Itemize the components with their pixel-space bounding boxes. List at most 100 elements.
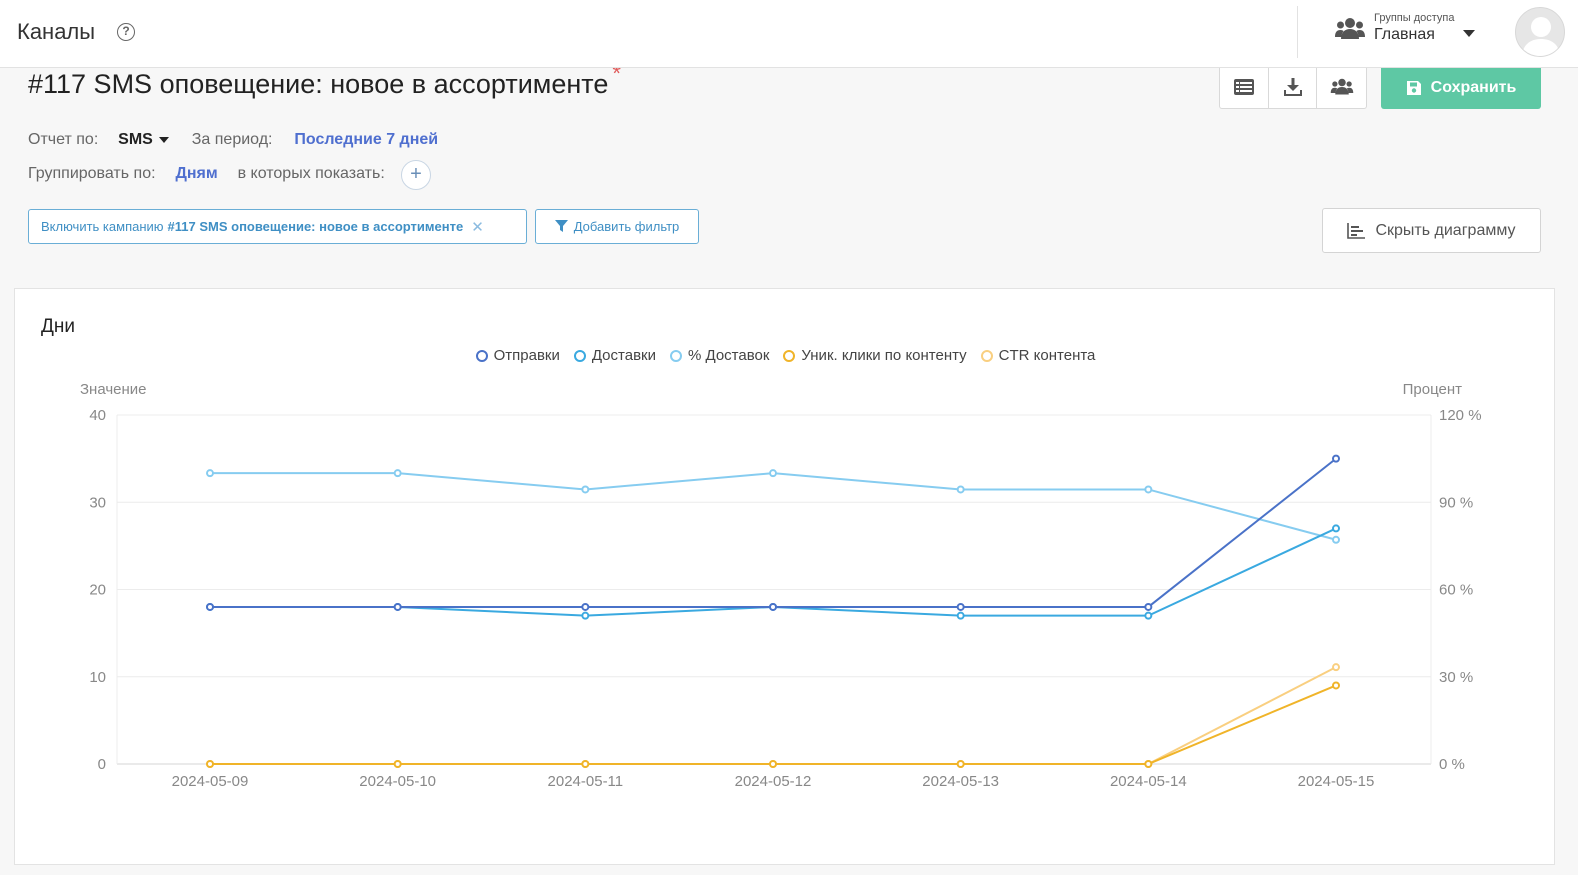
data-point xyxy=(206,469,214,478)
data-point xyxy=(581,602,590,611)
line-chart: Значение Процент 0 10 20 30 40 0 % 30 % 60 % 90 % 1… xyxy=(80,381,1482,790)
data-point xyxy=(769,469,777,478)
add-dimension-button[interactable]: + xyxy=(401,160,431,190)
divider xyxy=(1297,6,1298,58)
download-button[interactable] xyxy=(1269,66,1318,108)
series-line xyxy=(210,527,1337,617)
data-point xyxy=(206,760,214,768)
save-button[interactable]: Сохранить xyxy=(1381,66,1541,109)
chart-bars-icon xyxy=(1347,222,1366,239)
chevron-down-icon[interactable] xyxy=(1463,30,1475,37)
filter-chip-value: #117 SMS оповещение: новое в ассортимент… xyxy=(167,219,464,234)
data-point xyxy=(956,485,965,494)
data-point xyxy=(1332,524,1340,533)
data-point xyxy=(393,760,402,768)
toolbar-group xyxy=(1219,66,1367,109)
y-tick-left: 20 xyxy=(89,582,106,599)
hide-chart-button[interactable]: Скрыть диаграмму xyxy=(1322,208,1541,253)
series-4 xyxy=(206,663,1340,768)
users-group-icon xyxy=(1330,78,1353,95)
add-filter-label: Добавить фильтр xyxy=(573,219,680,234)
data-point xyxy=(1144,611,1153,620)
data-point xyxy=(1144,485,1153,494)
report-settings-row: Отчет по: SMS За период: Последние 7 дне… xyxy=(28,131,438,149)
series-line xyxy=(210,472,1337,541)
series-0 xyxy=(206,454,1340,611)
top-bar: Каналы ? Группы доступа Главная xyxy=(0,0,1578,68)
x-tick: 2024-05-09 xyxy=(172,773,249,790)
x-tick: 2024-05-11 xyxy=(548,773,624,790)
page-title: Каналы xyxy=(17,19,96,44)
group-by-select[interactable]: Дням xyxy=(175,165,217,182)
series-line xyxy=(210,684,1337,765)
filter-chip[interactable]: Включить кампанию #117 SMS оповещение: н… xyxy=(28,209,527,244)
access-group-select[interactable]: Главная xyxy=(1374,26,1435,44)
data-point xyxy=(1144,602,1153,611)
x-tick: 2024-05-10 xyxy=(359,773,436,790)
data-point xyxy=(206,602,214,611)
y-tick-right: 120 % xyxy=(1439,407,1482,424)
y-tick-left: 40 xyxy=(89,407,106,424)
access-group-label: Группы доступа xyxy=(1374,12,1455,24)
table-view-button[interactable] xyxy=(1220,66,1269,108)
x-tick: 2024-05-14 xyxy=(1110,773,1187,790)
data-point xyxy=(581,760,590,768)
period-label: За период: xyxy=(191,131,273,148)
data-point xyxy=(581,485,590,494)
data-point xyxy=(393,469,402,478)
y-tick-right: 0 % xyxy=(1439,756,1465,773)
x-tick: 2024-05-15 xyxy=(1298,773,1375,790)
y-axis-left-title: Значение xyxy=(80,381,147,398)
avatar[interactable] xyxy=(1515,7,1565,57)
data-point xyxy=(1332,681,1340,690)
hide-chart-label: Скрыть диаграмму xyxy=(1375,221,1516,239)
series-line xyxy=(210,666,1337,765)
report-by-select[interactable]: SMS xyxy=(118,131,169,148)
y-tick-right: 60 % xyxy=(1439,582,1473,599)
y-tick-right: 30 % xyxy=(1439,669,1473,686)
data-point xyxy=(1332,454,1340,463)
add-filter-button[interactable]: Добавить фильтр xyxy=(535,209,699,244)
download-icon xyxy=(1283,78,1302,96)
user-silhouette-icon xyxy=(1522,17,1560,56)
period-select[interactable]: Последние 7 дней xyxy=(294,131,438,148)
close-icon[interactable]: ✕ xyxy=(471,218,484,236)
save-button-label: Сохранить xyxy=(1430,78,1517,96)
data-point xyxy=(1332,535,1340,544)
series-line xyxy=(210,457,1337,608)
filter-chip-prefix: Включить кампанию xyxy=(41,219,164,234)
grouping-row: Группировать по: Дням в которых показать… xyxy=(28,165,385,183)
y-tick-left: 30 xyxy=(89,494,106,511)
users-group-icon xyxy=(1335,18,1365,39)
x-tick: 2024-05-13 xyxy=(922,773,999,790)
data-point xyxy=(956,611,965,620)
chart-card: Дни Отправки Доставки% Доставок Уник. клик… xyxy=(14,288,1555,865)
x-tick: 2024-05-12 xyxy=(735,773,812,790)
data-point xyxy=(1332,663,1340,672)
report-by-value: SMS xyxy=(118,131,153,148)
share-users-button[interactable] xyxy=(1317,66,1366,108)
filter-icon xyxy=(554,220,568,232)
y-tick-left: 10 xyxy=(89,669,106,686)
series-2 xyxy=(206,469,1340,544)
data-point xyxy=(769,760,777,768)
y-tick-left: 0 xyxy=(98,756,106,773)
y-axis-right-title: Процент xyxy=(1403,381,1463,398)
report-title-text: #117 SMS оповещение: новое в ассортимент… xyxy=(28,69,609,99)
data-point xyxy=(393,602,402,611)
show-in-label: в которых показать: xyxy=(237,165,385,182)
floppy-disk-icon xyxy=(1406,80,1421,95)
list-icon xyxy=(1233,79,1254,95)
data-point xyxy=(581,611,590,620)
y-tick-right: 90 % xyxy=(1439,494,1473,511)
data-point xyxy=(1144,760,1153,768)
help-icon[interactable]: ? xyxy=(117,23,135,41)
data-point xyxy=(956,602,965,611)
report-by-label: Отчет по: xyxy=(28,131,99,148)
group-by-label: Группировать по: xyxy=(28,165,156,182)
data-point xyxy=(769,602,777,611)
data-point xyxy=(956,760,965,768)
series-3 xyxy=(206,681,1340,768)
caret-down-icon xyxy=(158,136,169,143)
report-title[interactable]: #117 SMS оповещение: новое в ассортимент… xyxy=(28,61,621,100)
